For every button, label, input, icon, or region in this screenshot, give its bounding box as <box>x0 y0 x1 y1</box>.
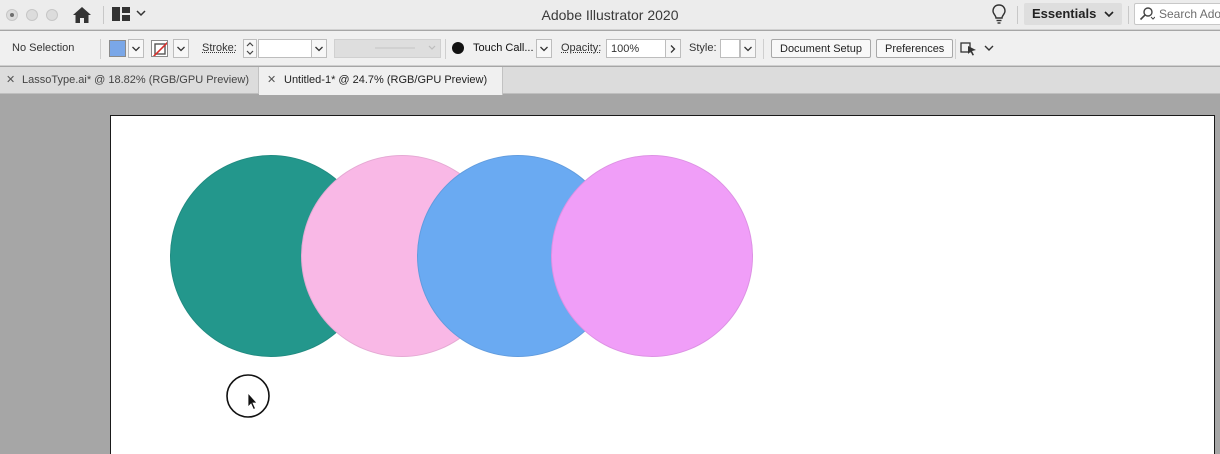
close-tab-icon[interactable]: ✕ <box>267 73 276 86</box>
brush-dropdown-button[interactable] <box>536 39 552 58</box>
selection-status: No Selection <box>12 42 75 54</box>
brush-definition-label[interactable]: Touch Call... <box>473 42 534 54</box>
control-bar: No Selection Stroke: Touch Call... Opaci… <box>0 31 1220 66</box>
stroke-weight-stepper[interactable] <box>243 39 257 58</box>
tab-label: LassoType.ai* @ 18.82% (RGB/GPU Preview) <box>22 74 249 86</box>
divider <box>1128 6 1129 24</box>
fill-color-swatch[interactable] <box>109 40 126 57</box>
opacity-label[interactable]: Opacity: <box>561 42 601 54</box>
cursor-icon <box>226 374 270 418</box>
stroke-label[interactable]: Stroke: <box>202 42 237 54</box>
preferences-button[interactable]: Preferences <box>876 39 954 58</box>
chevron-down-icon <box>132 46 140 52</box>
zoom-window-button[interactable] <box>46 9 58 21</box>
opacity-expand-button[interactable] <box>665 39 681 58</box>
stepper-arrows-icon <box>246 42 254 55</box>
tab-lassotype[interactable]: ✕ LassoType.ai* @ 18.82% (RGB/GPU Previe… <box>0 67 259 94</box>
chevron-down-icon <box>540 46 548 52</box>
style-dropdown-button[interactable] <box>740 39 756 58</box>
graphic-style-swatch[interactable] <box>720 39 740 58</box>
divider <box>103 6 104 24</box>
tab-label: Untitled-1* @ 24.7% (RGB/GPU Preview) <box>284 74 488 86</box>
stroke-dropdown-button[interactable] <box>173 39 189 58</box>
circle-violet[interactable] <box>551 155 753 357</box>
divider <box>445 39 446 59</box>
brush-preview-icon[interactable] <box>452 42 464 54</box>
search-icon <box>1139 7 1155 21</box>
workspace-layout-icon[interactable] <box>112 7 130 21</box>
tab-untitled-1[interactable]: ✕ Untitled-1* @ 24.7% (RGB/GPU Preview) <box>259 67 503 95</box>
lightbulb-icon[interactable] <box>991 4 1007 24</box>
home-icon[interactable] <box>72 6 92 24</box>
style-label: Style: <box>689 42 717 54</box>
variable-width-profile-field <box>334 39 441 58</box>
divider <box>1017 6 1018 24</box>
chevron-down-icon <box>1104 11 1114 18</box>
chevron-down-icon <box>315 46 323 52</box>
opacity-field[interactable]: 100% <box>606 39 666 58</box>
chevron-down-icon <box>177 46 185 52</box>
fill-dropdown-button[interactable] <box>128 39 144 58</box>
chevron-down-icon[interactable] <box>984 44 994 52</box>
no-stroke-icon <box>152 41 167 56</box>
stroke-weight-dropdown-button[interactable] <box>311 39 327 58</box>
title-bar: Adobe Illustrator 2020 Essentials <box>0 0 1220 30</box>
chevron-right-icon <box>670 45 676 53</box>
opacity-value: 100% <box>611 43 640 55</box>
chevron-down-icon <box>744 46 752 52</box>
close-window-button[interactable] <box>6 9 18 21</box>
close-tab-icon[interactable]: ✕ <box>6 73 15 86</box>
workspace-switcher[interactable]: Essentials <box>1024 3 1122 25</box>
document-setup-button[interactable]: Document Setup <box>771 39 871 58</box>
stroke-weight-field[interactable] <box>258 39 312 58</box>
artboard[interactable] <box>110 115 1215 454</box>
arrange-documents-icon[interactable] <box>960 40 978 56</box>
search-input[interactable] <box>1159 6 1220 22</box>
search-box[interactable] <box>1134 3 1220 25</box>
divider <box>955 39 956 59</box>
chevron-down-icon[interactable] <box>136 8 146 18</box>
document-tab-bar: ✕ LassoType.ai* @ 18.82% (RGB/GPU Previe… <box>0 67 1220 95</box>
stroke-color-swatch[interactable] <box>151 40 168 57</box>
divider <box>763 39 764 59</box>
divider <box>100 39 101 59</box>
minimize-window-button[interactable] <box>26 9 38 21</box>
workspace-label: Essentials <box>1032 6 1097 21</box>
width-profile-icon <box>375 45 436 50</box>
canvas-area[interactable] <box>0 95 1220 454</box>
